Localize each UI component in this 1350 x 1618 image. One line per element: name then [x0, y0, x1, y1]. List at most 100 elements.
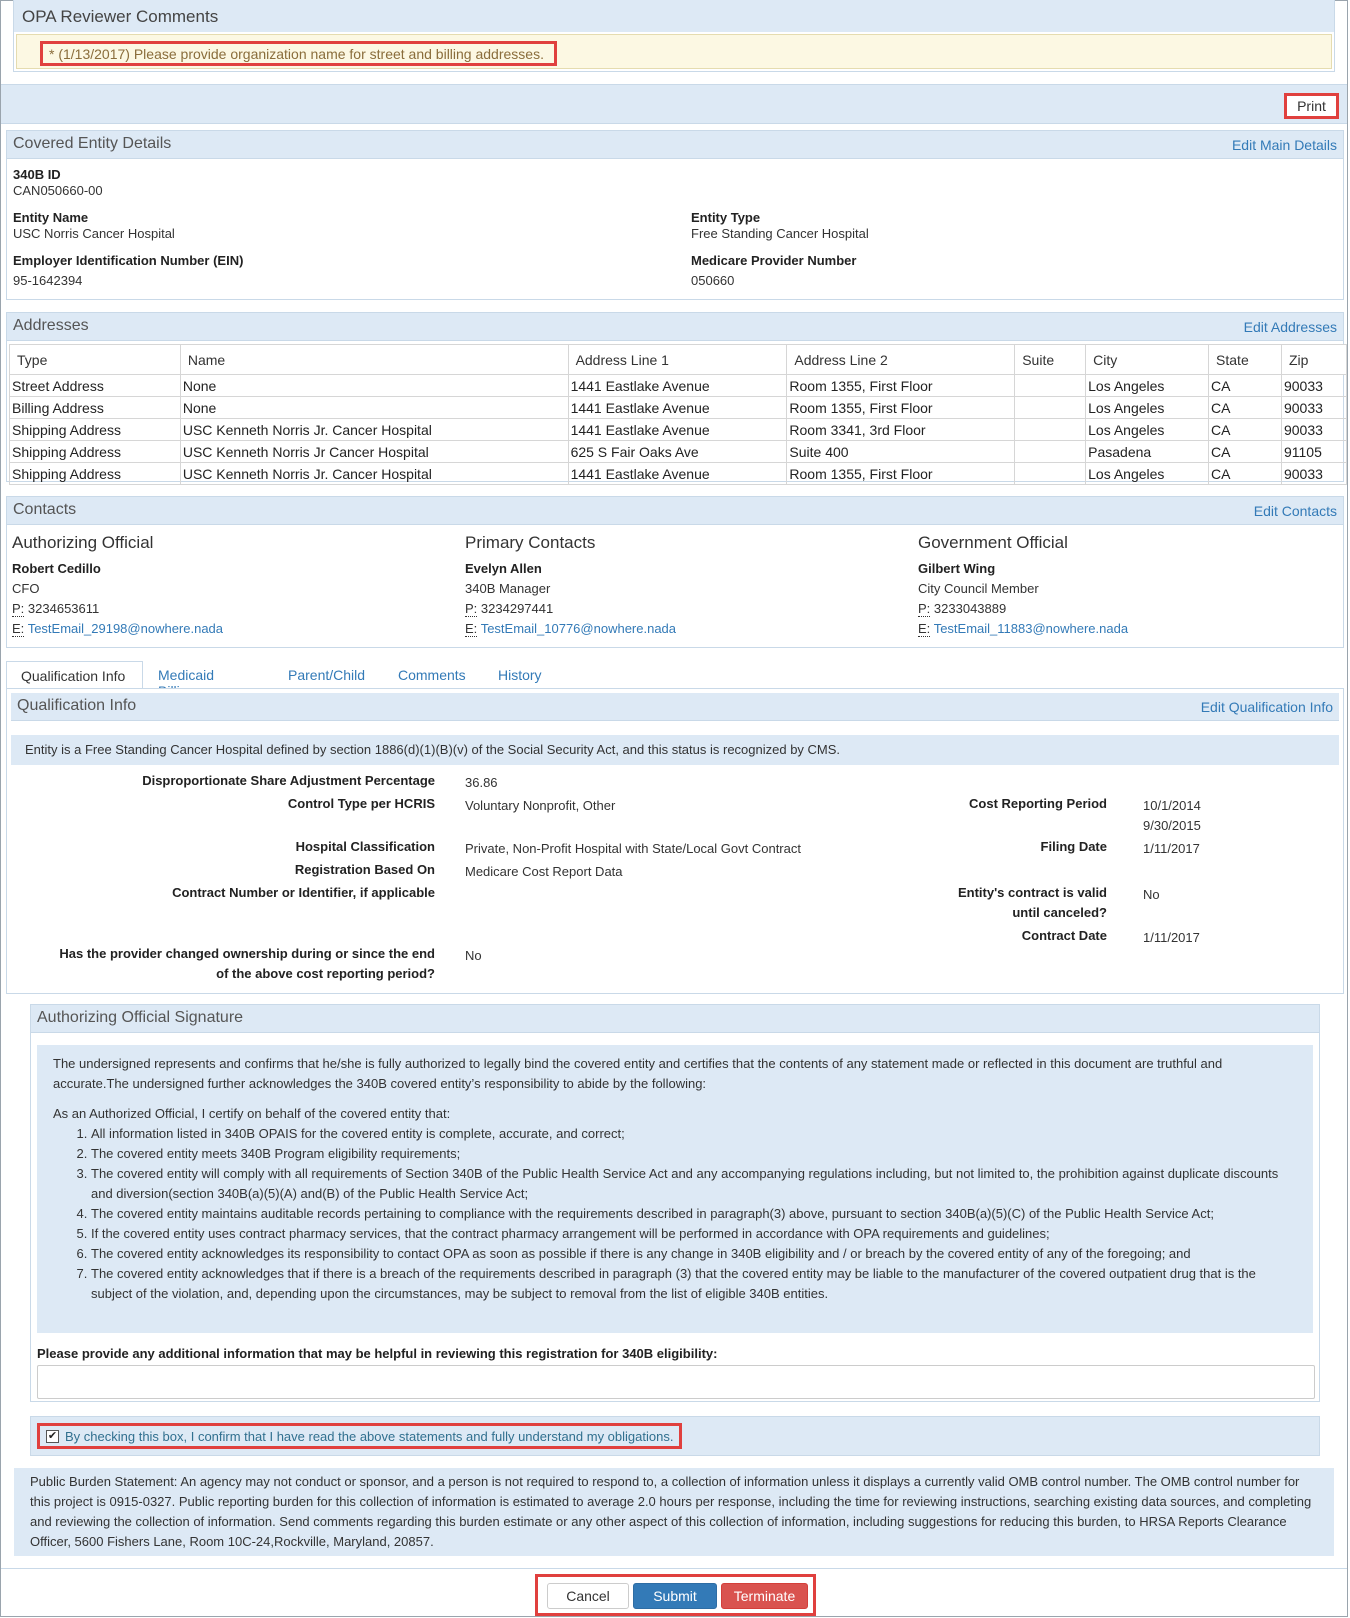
- addresses-title: Addresses: [13, 317, 89, 334]
- tab-history[interactable]: History: [484, 661, 556, 689]
- table-cell: Room 1355, First Floor: [786, 396, 1016, 419]
- tab-medicaid-billing[interactable]: Medicaid Billing: [144, 661, 228, 699]
- burden-statement: Public Burden Statement: An agency may n…: [14, 1468, 1334, 1556]
- cancel-button[interactable]: Cancel: [547, 1583, 629, 1609]
- table-cell: 625 S Fair Oaks Ave: [567, 440, 788, 463]
- contact-role: CFO: [12, 581, 40, 596]
- table-cell: USC Kenneth Norris Jr. Cancer Hospital: [179, 462, 569, 485]
- signature-header: Authorizing Official Signature: [31, 1005, 1319, 1033]
- id-label: 340B ID: [13, 167, 61, 182]
- table-cell: Billing Address: [9, 396, 181, 419]
- column-header[interactable]: Address Line 2: [786, 344, 1016, 375]
- certification-list: All information listed in 340B OPAIS for…: [53, 1124, 1297, 1304]
- table-cell: 1441 Eastlake Avenue: [567, 374, 788, 397]
- confirm-checkbox-row[interactable]: ✔ By checking this box, I confirm that I…: [37, 1423, 683, 1449]
- table-cell: Shipping Address: [9, 418, 181, 441]
- contacts-title: Contacts: [13, 501, 77, 518]
- table-cell: 1441 Eastlake Avenue: [567, 418, 788, 441]
- additional-info-label: Please provide any additional informatio…: [37, 1346, 718, 1361]
- filing-date-label: Filing Date: [1040, 839, 1107, 854]
- reviewer-comments-title: OPA Reviewer Comments: [14, 0, 1334, 32]
- contacts-header: Contacts Edit Contacts: [7, 497, 1343, 525]
- email-prefix: E:: [12, 621, 25, 637]
- table-cell: CA: [1208, 462, 1282, 485]
- control-type-label: Control Type per HCRIS: [287, 796, 435, 811]
- qualification-header: Qualification Info Edit Qualification In…: [11, 693, 1339, 721]
- table-cell: Los Angeles: [1085, 418, 1210, 441]
- qualification-banner: Entity is a Free Standing Cancer Hospita…: [11, 735, 1339, 765]
- table-cell: USC Kenneth Norris Jr. Cancer Hospital: [179, 418, 569, 441]
- contacts-panel: Contacts Edit Contacts Authorizing Offic…: [6, 496, 1344, 648]
- table-cell: None: [179, 396, 569, 419]
- entity-type-value: Free Standing Cancer Hospital: [691, 226, 869, 241]
- table-cell: 90033: [1280, 418, 1348, 441]
- table-row: Billing Address None 1441 Eastlake Avenu…: [9, 396, 1348, 419]
- entity-name-label: Entity Name: [13, 210, 89, 225]
- phone-prefix: P:: [918, 601, 931, 617]
- column-header[interactable]: Address Line 1: [567, 344, 788, 375]
- column-header[interactable]: City: [1085, 344, 1210, 375]
- terminate-button[interactable]: Terminate: [721, 1583, 808, 1609]
- contact-name: Gilbert Wing: [918, 561, 996, 576]
- table-row: Shipping Address USC Kenneth Norris Jr. …: [9, 462, 1348, 485]
- authorizing-official-contact: Authorizing Official Robert Cedillo CFO …: [12, 533, 223, 637]
- contact-heading: Primary Contacts: [465, 533, 596, 552]
- edit-addresses-link[interactable]: Edit Addresses: [1244, 319, 1337, 335]
- contact-name: Evelyn Allen: [465, 561, 542, 576]
- table-cell: [1014, 374, 1087, 397]
- tab-parent-child[interactable]: Parent/Child: [274, 661, 379, 689]
- confirm-checkbox-label[interactable]: By checking this box, I confirm that I h…: [65, 1429, 673, 1444]
- tab-qualification-info[interactable]: Qualification Info: [6, 661, 143, 689]
- ownership-value: No: [465, 948, 482, 963]
- email-link[interactable]: TestEmail_10776@nowhere.nada: [481, 621, 676, 636]
- contact-role: 340B Manager: [465, 581, 551, 596]
- covered-entity-header: Covered Entity Details Edit Main Details: [7, 131, 1343, 159]
- email-prefix: E:: [918, 621, 931, 637]
- column-header[interactable]: Name: [179, 344, 569, 375]
- table-cell: None: [179, 374, 569, 397]
- additional-info-field[interactable]: [37, 1365, 1315, 1399]
- email-link[interactable]: TestEmail_11883@nowhere.nada: [934, 621, 1128, 636]
- print-button[interactable]: Print: [1284, 93, 1339, 119]
- covered-entity-title: Covered Entity Details: [13, 135, 172, 152]
- edit-qualification-link[interactable]: Edit Qualification Info: [1201, 699, 1333, 715]
- primary-contact: Primary Contacts Evelyn Allen 340B Manag…: [465, 533, 676, 637]
- list-item: The covered entity acknowledges its resp…: [91, 1244, 1297, 1264]
- edit-main-details-link[interactable]: Edit Main Details: [1232, 137, 1337, 153]
- column-header[interactable]: State: [1208, 344, 1282, 375]
- table-cell: CA: [1208, 418, 1282, 441]
- list-item: All information listed in 340B OPAIS for…: [91, 1124, 1297, 1144]
- email-prefix: E:: [465, 621, 478, 637]
- cost-period-start: 10/1/2014: [1143, 798, 1201, 813]
- contact-email: E: TestEmail_10776@nowhere.nada: [465, 621, 676, 637]
- addresses-table: Type Name Address Line 1 Address Line 2 …: [9, 344, 1348, 485]
- phone-value: 3234653611: [27, 601, 100, 616]
- tab-comments[interactable]: Comments: [384, 661, 480, 689]
- covered-entity-panel: Covered Entity Details Edit Main Details…: [6, 130, 1344, 300]
- filing-date-value: 1/11/2017: [1143, 841, 1200, 856]
- table-cell: CA: [1208, 440, 1282, 463]
- signature-panel: Authorizing Official Signature The under…: [30, 1004, 1320, 1402]
- list-item: The covered entity meets 340B Program el…: [91, 1144, 1297, 1164]
- ownership-label-1: Has the provider changed ownership durin…: [59, 946, 435, 961]
- column-header[interactable]: Type: [9, 344, 181, 375]
- qualification-panel: Qualification Info Edit Qualification In…: [6, 688, 1344, 994]
- divider: [1, 1568, 1347, 1569]
- contract-valid-label-2: until canceled?: [1012, 905, 1107, 920]
- hospital-class-label: Hospital Classification: [295, 839, 435, 854]
- email-link[interactable]: TestEmail_29198@nowhere.nada: [28, 621, 223, 636]
- signature-intro: The undersigned represents and confirms …: [53, 1056, 1223, 1091]
- contact-email: E: TestEmail_29198@nowhere.nada: [12, 621, 223, 637]
- confirm-panel: ✔ By checking this box, I confirm that I…: [30, 1416, 1320, 1456]
- edit-contacts-link[interactable]: Edit Contacts: [1254, 503, 1337, 519]
- table-row: Shipping Address USC Kenneth Norris Jr. …: [9, 418, 1348, 441]
- ein-label: Employer Identification Number (EIN): [13, 253, 244, 268]
- column-header[interactable]: Zip: [1280, 344, 1348, 375]
- table-cell: [1014, 462, 1087, 485]
- submit-button[interactable]: Submit: [633, 1583, 717, 1609]
- phone-prefix: P:: [12, 601, 25, 617]
- signature-certify: As an Authorized Official, I certify on …: [53, 1106, 451, 1121]
- table-cell: 91105: [1280, 440, 1348, 463]
- confirm-checkbox[interactable]: ✔: [46, 1429, 59, 1443]
- column-header[interactable]: Suite: [1014, 344, 1087, 375]
